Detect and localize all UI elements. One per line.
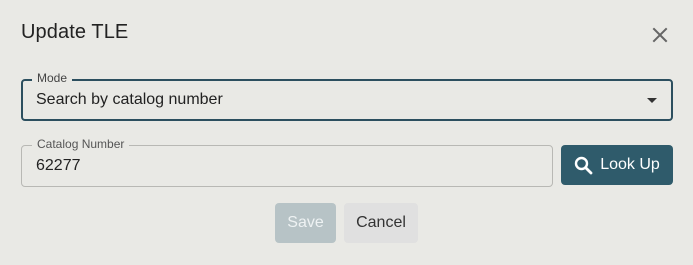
update-tle-dialog: Update TLE Mode Search by catalog number…: [0, 0, 693, 265]
catalog-number-label: Catalog Number: [32, 137, 130, 151]
mode-label: Mode: [32, 71, 73, 85]
look-up-label: Look Up: [600, 156, 660, 173]
mode-select[interactable]: Mode Search by catalog number: [21, 71, 673, 121]
save-button[interactable]: Save: [275, 203, 336, 243]
mode-value: Search by catalog number: [36, 91, 223, 108]
look-up-button[interactable]: Look Up: [561, 145, 673, 185]
cancel-button[interactable]: Cancel: [344, 203, 418, 243]
dialog-title: Update TLE: [21, 21, 129, 43]
chevron-down-icon: [647, 98, 657, 103]
close-button[interactable]: [648, 23, 672, 47]
close-icon: [652, 27, 668, 43]
search-icon: [574, 156, 593, 175]
catalog-number-input[interactable]: [36, 156, 536, 176]
catalog-number-field[interactable]: Catalog Number: [21, 137, 553, 187]
